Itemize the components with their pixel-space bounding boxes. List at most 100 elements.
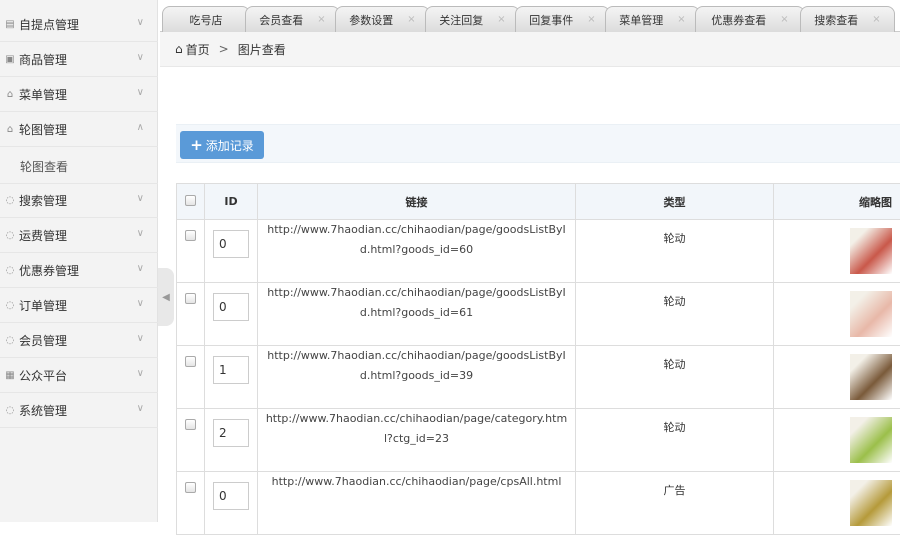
chevron-icon: ∨ xyxy=(137,52,144,63)
close-icon[interactable]: × xyxy=(587,14,595,25)
sidebar-item-label: 订单管理 xyxy=(19,297,67,314)
row-checkbox[interactable] xyxy=(177,346,205,409)
sidebar-item-label: 菜单管理 xyxy=(19,86,67,103)
close-icon[interactable]: × xyxy=(407,14,415,25)
chevron-icon: ∧ xyxy=(137,122,144,133)
link-cell: http://www.7haodian.cc/chihaodian/page/g… xyxy=(258,346,576,409)
tab[interactable]: 回复事件 × xyxy=(515,6,610,32)
sidebar-item-label: 轮图查看 xyxy=(20,158,68,175)
type-cell: 轮动 xyxy=(576,283,774,346)
thumbnail-cell xyxy=(774,472,900,535)
chevron-icon: ∨ xyxy=(137,17,144,28)
tab[interactable]: 会员查看 × xyxy=(245,6,340,32)
row-checkbox[interactable] xyxy=(177,472,205,535)
header-link[interactable]: 链接 xyxy=(258,184,576,220)
sidebar-collapse-handle[interactable]: ◀ xyxy=(158,268,174,326)
chat-icon: ◌ xyxy=(4,195,16,206)
chevron-icon: ∨ xyxy=(137,298,144,309)
type-cell: 广告 xyxy=(576,472,774,535)
chevron-icon: ∨ xyxy=(137,263,144,274)
thumbnail-image[interactable] xyxy=(850,291,892,337)
id-input[interactable]: 2 xyxy=(213,419,249,447)
id-input[interactable]: 1 xyxy=(213,356,249,384)
tab-label: 回复事件 xyxy=(529,12,573,28)
chat-icon: ◌ xyxy=(4,265,16,276)
breadcrumb-home[interactable]: 首页 xyxy=(186,41,210,58)
thumbnail-image[interactable] xyxy=(850,417,892,463)
link-cell: http://www.7haodian.cc/chihaodian/page/g… xyxy=(258,283,576,346)
tab[interactable]: 优惠券查看× xyxy=(695,6,805,32)
id-cell: 0 xyxy=(205,220,258,283)
tab[interactable]: 菜单管理× xyxy=(605,6,700,32)
thumbnail-cell xyxy=(774,409,900,472)
select-all-checkbox[interactable] xyxy=(177,184,205,220)
add-record-button[interactable]: +添加记录 xyxy=(180,131,264,159)
bag-icon: ⌂ xyxy=(4,89,16,100)
thumbnail-image[interactable] xyxy=(850,480,892,526)
sidebar-item[interactable]: 轮图查看 xyxy=(0,149,158,184)
sidebar-item[interactable]: ◌搜索管理∨ xyxy=(0,183,158,218)
tab-label: 搜索查看 xyxy=(814,12,858,28)
breadcrumb-current: 图片查看 xyxy=(238,41,286,58)
sidebar-item-label: 轮图管理 xyxy=(19,121,67,138)
sidebar-item[interactable]: ▦公众平台∨ xyxy=(0,358,158,393)
chevron-icon: ∨ xyxy=(137,368,144,379)
id-input[interactable]: 0 xyxy=(213,482,249,510)
link-cell: http://www.7haodian.cc/chihaodian/page/g… xyxy=(258,220,576,283)
sidebar-item[interactable]: ▤自提点管理 ∨ xyxy=(0,7,158,42)
type-cell: 轮动 xyxy=(576,220,774,283)
sidebar-item[interactable]: ◌订单管理∨ xyxy=(0,288,158,323)
close-icon[interactable]: × xyxy=(780,14,788,25)
tab-label: 关注回复 xyxy=(439,12,483,28)
table-row: 2 http://www.7haodian.cc/chihaodian/page… xyxy=(177,409,900,472)
folder-icon: ▤ xyxy=(4,19,16,30)
row-checkbox[interactable] xyxy=(177,283,205,346)
close-icon[interactable]: × xyxy=(677,14,685,25)
header-thumbnail[interactable]: 缩略图 xyxy=(774,184,900,220)
header-type[interactable]: 类型 xyxy=(576,184,774,220)
tab-label: 参数设置 xyxy=(349,12,393,28)
close-icon[interactable]: × xyxy=(317,14,325,25)
row-checkbox[interactable] xyxy=(177,220,205,283)
id-cell: 0 xyxy=(205,283,258,346)
sidebar-item-label: 运费管理 xyxy=(19,227,67,244)
close-icon[interactable]: × xyxy=(497,14,505,25)
sidebar-item[interactable]: ◌运费管理 ∨ xyxy=(0,218,158,253)
tab[interactable]: 关注回复 × xyxy=(425,6,520,32)
sidebar-item[interactable]: ⌂菜单管理∨ xyxy=(0,77,158,112)
sidebar-item[interactable]: ◌会员管理∨ xyxy=(0,323,158,358)
chevron-icon: ∨ xyxy=(137,403,144,414)
chevron-icon: ∨ xyxy=(137,333,144,344)
thumbnail-cell xyxy=(774,346,900,409)
close-icon[interactable]: × xyxy=(872,14,880,25)
tab[interactable]: 搜索查看 × xyxy=(800,6,895,32)
chevron-icon: ∨ xyxy=(137,228,144,239)
type-cell: 轮动 xyxy=(576,409,774,472)
sidebar-item[interactable]: ◌系统管理∨ xyxy=(0,393,158,428)
tab-label: 会员查看 xyxy=(259,12,303,28)
id-input[interactable]: 0 xyxy=(213,230,249,258)
sidebar-item[interactable]: ▣商品管理∨ xyxy=(0,42,158,77)
id-input[interactable]: 0 xyxy=(213,293,249,321)
chat-icon: ◌ xyxy=(4,230,16,241)
chevron-left-icon: ◀ xyxy=(162,292,170,303)
home-icon: ⌂ xyxy=(175,42,183,56)
building-icon: ▦ xyxy=(4,370,16,381)
thumbnail-cell xyxy=(774,220,900,283)
thumbnail-image[interactable] xyxy=(850,354,892,400)
sidebar-item[interactable]: ◌优惠券管理∨ xyxy=(0,253,158,288)
thumbnail-image[interactable] xyxy=(850,228,892,274)
tab[interactable]: 吃号店 xyxy=(162,6,250,32)
table-row: 0 http://www.7haodian.cc/chihaodian/page… xyxy=(177,220,900,283)
tab[interactable]: 参数设置 × xyxy=(335,6,430,32)
row-checkbox[interactable] xyxy=(177,409,205,472)
id-cell: 0 xyxy=(205,472,258,535)
sidebar-item-label: 自提点管理 xyxy=(19,16,79,33)
sidebar-item-label: 商品管理 xyxy=(19,51,67,68)
data-table: ID 链接 类型 缩略图 0 http://www.7haodian.cc/ch… xyxy=(176,183,900,535)
sidebar-item[interactable]: ⌂轮图管理∧ xyxy=(0,112,158,147)
plus-icon: + xyxy=(190,136,203,154)
tab-bar: 吃号店会员查看×参数设置×关注回复×回复事件×菜单管理×优惠券查看×搜索查看× xyxy=(160,0,900,32)
header-id[interactable]: ID xyxy=(205,184,258,220)
table-header-row: ID 链接 类型 缩略图 xyxy=(177,184,900,220)
